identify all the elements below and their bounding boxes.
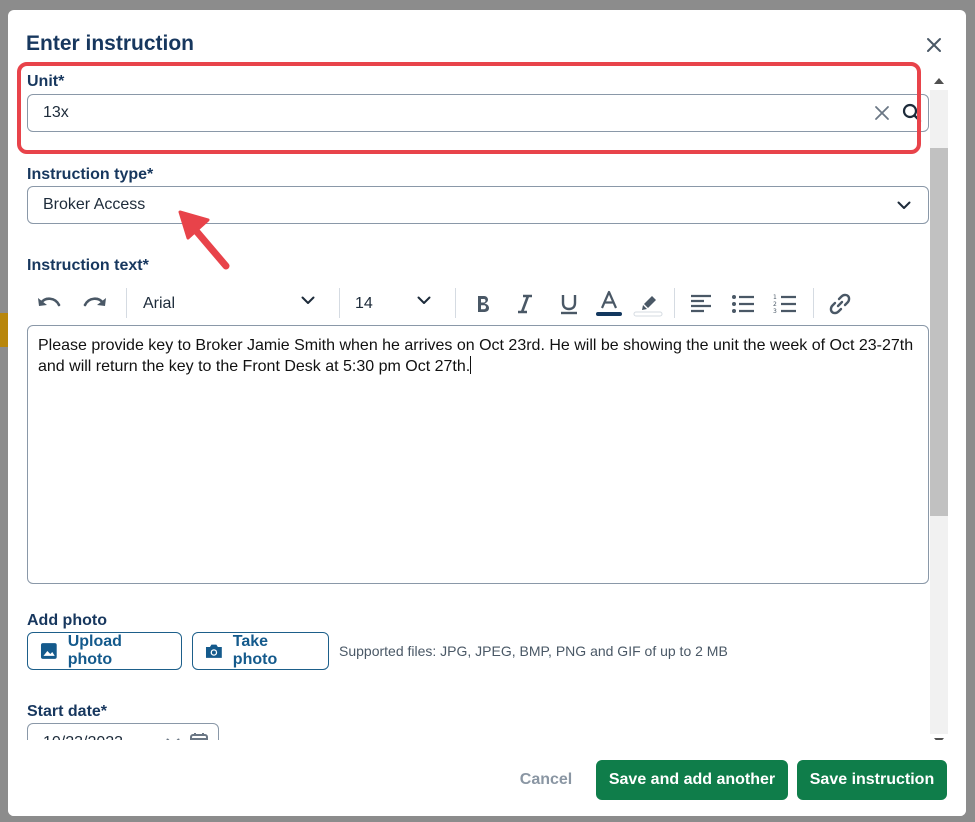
italic-button[interactable] [509,284,541,324]
instruction-text-label: Instruction text* [27,257,149,274]
dialog-body[interactable]: Unit* 13x Instruction type* Broker Acces… [8,10,966,763]
backdrop-accent [0,313,8,347]
upload-photo-button[interactable]: Upload photo [27,632,182,670]
instruction-type-value: Broker Access [43,196,146,213]
scroll-up-button[interactable] [933,76,945,86]
instruction-dialog: Enter instruction Unit* 13x Instruction [8,10,966,816]
svg-text:1: 1 [773,294,777,301]
bullet-list-button[interactable] [725,284,761,324]
redo-button[interactable] [77,284,113,324]
bullet-list-icon [732,295,754,313]
supported-files-text: Supported files: JPG, JPEG, BMP, PNG and… [339,643,728,659]
text-caret [470,356,472,374]
undo-button[interactable] [31,284,67,324]
undo-icon [38,297,61,307]
instruction-type-label: Instruction type* [27,166,154,183]
backdrop [0,0,8,822]
text-color-icon [596,290,622,316]
take-photo-button[interactable]: Take photo [192,632,329,670]
underline-icon [561,295,577,315]
image-icon [40,643,57,659]
clear-icon [875,106,889,120]
instruction-type-select[interactable]: Broker Access [27,186,929,224]
font-family-select[interactable]: Arial [143,284,315,324]
toolbar-divider [339,288,340,318]
numbered-list-button[interactable]: 1 2 3 [767,284,803,324]
redo-icon [83,297,106,307]
link-button[interactable] [823,284,857,324]
bold-button[interactable] [467,284,499,324]
upload-photo-label: Upload photo [67,633,122,668]
save-instruction-button[interactable]: Save instruction [797,760,947,800]
align-left-button[interactable] [683,284,719,324]
link-icon [829,293,851,315]
italic-icon [518,294,532,314]
chevron-down-icon [417,296,431,304]
bold-icon [478,296,489,312]
highlight-icon [633,296,663,317]
camera-icon [205,644,222,658]
add-photo-label: Add photo [27,612,107,629]
align-left-icon [691,294,711,313]
text-color-button[interactable] [593,284,625,324]
chevron-down-icon [301,296,315,304]
instruction-text-body: Please provide key to Broker Jamie Smith… [38,337,914,375]
chevron-down-icon [892,201,916,210]
underline-button[interactable] [553,284,585,324]
take-photo-label: Take photo [232,633,278,668]
search-button[interactable] [900,103,924,123]
unit-value: 13x [43,104,69,121]
toolbar-divider [674,288,675,318]
font-size-select[interactable]: 14 [355,284,431,324]
editor-toolbar: Arial 14 1 2 3 [27,284,929,324]
toolbar-divider [813,288,814,318]
numbered-list-icon: 1 2 3 [773,294,796,315]
pointer-arrow-annotation [178,210,230,270]
cancel-button[interactable]: Cancel [508,760,584,800]
clear-button[interactable] [870,105,894,121]
unit-field[interactable]: 13x [27,94,929,132]
toolbar-divider [455,288,456,318]
scroll-thumb[interactable] [930,148,948,516]
font-size-value: 14 [355,295,373,312]
toolbar-divider [126,288,127,318]
svg-text:2: 2 [773,301,777,308]
highlight-button[interactable] [632,284,664,324]
font-family-value: Arial [143,295,176,312]
start-date-label: Start date* [27,703,108,720]
instruction-text-editor[interactable]: Please provide key to Broker Jamie Smith… [27,325,929,584]
svg-text:3: 3 [773,308,777,315]
save-and-add-another-button[interactable]: Save and add another [596,760,788,800]
unit-label: Unit* [27,73,65,90]
search-icon [902,103,922,123]
dialog-scrollbar[interactable] [928,74,950,750]
